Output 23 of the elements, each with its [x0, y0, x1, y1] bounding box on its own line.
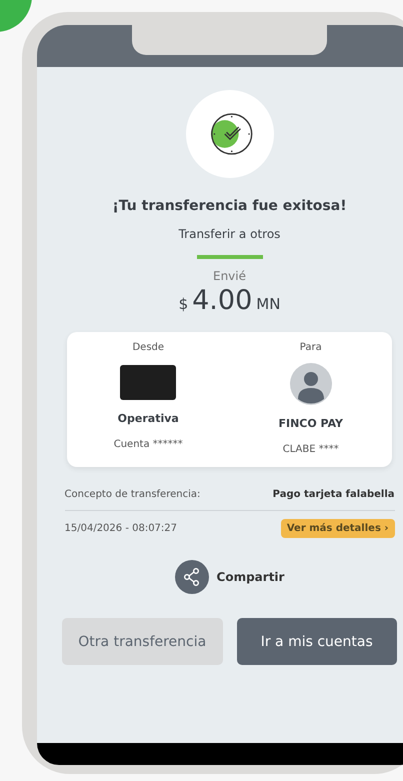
share-icon[interactable]	[174, 560, 209, 594]
party-heading: Desde	[132, 342, 164, 353]
action-button[interactable]: Ir a mis cuentas	[236, 618, 397, 665]
party-name: Operativa	[118, 412, 179, 425]
currency-symbol: $	[178, 295, 188, 313]
accent-bar	[196, 255, 262, 259]
details-button[interactable]: Ver más detalles ›	[280, 519, 394, 538]
party-name: FINCO PAY	[278, 417, 344, 430]
account-number: Cuenta ******	[114, 439, 183, 450]
party-heading: Para	[300, 342, 322, 353]
avatar-icon	[290, 363, 332, 405]
transfer-date: 15/04/2026 - 08:07:27	[64, 523, 178, 534]
concept-label: Concepto de transferencia:	[64, 489, 200, 500]
account-number: CLABE ****	[282, 444, 339, 455]
transfer-type: Transferir a otros	[178, 227, 280, 241]
concept-value: Pago tarjeta falabella	[272, 489, 394, 500]
share-label[interactable]: Compartir	[216, 570, 284, 584]
sent-label: Envié	[212, 269, 246, 283]
amount-value: 4.00	[192, 285, 252, 316]
card-image-placeholder	[120, 365, 176, 400]
action-button[interactable]: Otra transferencia	[62, 618, 222, 665]
currency-code: MN	[256, 295, 280, 313]
success-title: ¡Tu transferencia fue exitosa!	[112, 198, 347, 214]
